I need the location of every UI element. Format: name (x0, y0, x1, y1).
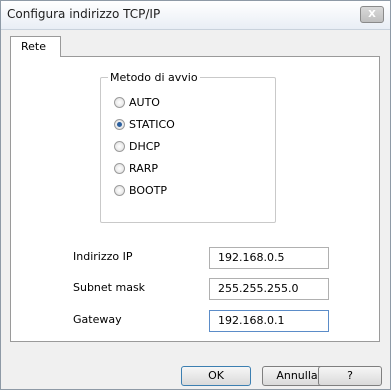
radio-label-statico: STATICO (129, 117, 175, 131)
radio-label-auto: AUTO (129, 95, 160, 109)
help-button[interactable]: ? (318, 366, 382, 386)
subnet-mask-input[interactable]: 255.255.255.0 (209, 278, 329, 300)
radio-icon[interactable] (114, 96, 125, 108)
radio-label-rarp: RARP (129, 161, 158, 175)
radio-label-bootp: BOOTP (129, 183, 168, 197)
ok-button[interactable]: OK (181, 366, 251, 386)
radio-icon[interactable] (114, 140, 125, 152)
ip-label: Indirizzo IP (73, 250, 133, 263)
radio-checked-icon[interactable] (114, 118, 125, 130)
radio-icon[interactable] (114, 184, 125, 196)
gateway-label: Gateway (73, 313, 122, 326)
radio-rarp[interactable]: RARP (114, 160, 158, 176)
radio-icon[interactable] (114, 162, 125, 174)
close-button[interactable]: X (360, 6, 384, 23)
radio-label-dhcp: DHCP (129, 139, 161, 153)
tab-rete[interactable]: Rete (10, 36, 61, 57)
title-bar[interactable]: Configura indirizzo TCP/IP X (1, 1, 390, 30)
subnet-label: Subnet mask (73, 281, 146, 294)
radio-dhcp[interactable]: DHCP (114, 138, 160, 154)
gateway-input[interactable]: 192.168.0.1 (209, 310, 329, 332)
radio-bootp[interactable]: BOOTP (114, 182, 167, 198)
radio-auto[interactable]: AUTO (114, 94, 160, 110)
window-title: Configura indirizzo TCP/IP (7, 7, 161, 21)
radio-statico[interactable]: STATICO (114, 116, 175, 132)
ip-address-input[interactable]: 192.168.0.5 (209, 247, 329, 269)
boot-method-legend: Metodo di avvio (108, 71, 200, 84)
